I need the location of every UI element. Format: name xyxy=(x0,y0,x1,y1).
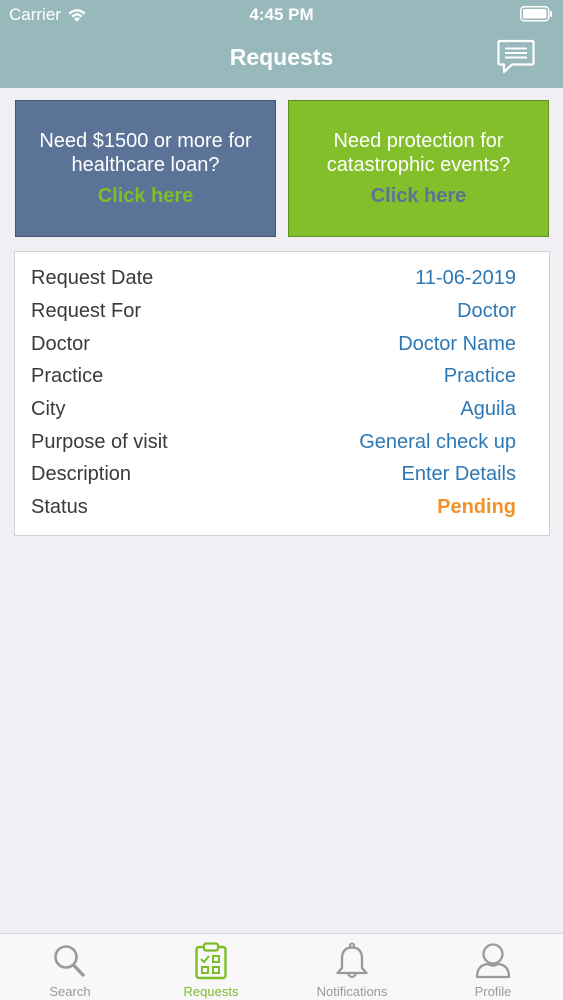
tab-notifications-label: Notifications xyxy=(316,984,388,999)
status-bar: Carrier 4:45 PM xyxy=(0,0,563,30)
tab-search-label: Search xyxy=(49,984,91,999)
healthcare-loan-link[interactable]: Click here xyxy=(16,184,275,208)
chat-button[interactable] xyxy=(497,39,535,75)
purpose-row: Purpose of visit General check up xyxy=(31,426,516,459)
catastrophic-protection-text: Need protection for catastrophic events? xyxy=(326,130,511,176)
battery-icon xyxy=(520,6,552,22)
practice-label: Practice xyxy=(31,365,104,387)
city-value[interactable]: Aguila xyxy=(460,398,516,421)
tab-requests-label: Requests xyxy=(183,984,239,999)
description-value[interactable]: Enter Details xyxy=(402,463,517,486)
catastrophic-protection-link[interactable]: Click here xyxy=(289,184,548,208)
tab-bar: Search Requests Notifications Profile xyxy=(0,933,563,1000)
doctor-row: Doctor Doctor Name xyxy=(31,328,516,361)
clock: 4:45 PM xyxy=(249,5,314,24)
status-label: Status xyxy=(31,496,88,518)
status-badge: Pending xyxy=(437,496,516,518)
tab-profile[interactable]: Profile xyxy=(423,934,563,1000)
status-row: Status Pending xyxy=(31,491,516,524)
purpose-label: Purpose of visit xyxy=(31,431,168,453)
tab-search[interactable]: Search xyxy=(0,934,140,1000)
healthcare-loan-banner[interactable]: Need $1500 or more for healthcare loan? … xyxy=(15,100,276,237)
tab-requests[interactable]: Requests xyxy=(141,934,281,1000)
city-label: City xyxy=(31,398,66,420)
tab-profile-label: Profile xyxy=(474,984,512,999)
bell-icon xyxy=(336,942,368,979)
catastrophic-protection-banner[interactable]: Need protection for catastrophic events?… xyxy=(288,100,549,237)
request-for-value[interactable]: Doctor xyxy=(457,300,516,323)
search-icon xyxy=(54,945,85,977)
doctor-label: Doctor xyxy=(31,333,90,355)
city-row: City Aguila xyxy=(31,393,516,426)
request-for-label: Request For xyxy=(31,300,142,322)
nav-bar: Carrier 4:45 PM Requests xyxy=(0,0,563,88)
practice-value[interactable]: Practice xyxy=(444,365,516,388)
description-row: Description Enter Details xyxy=(31,458,516,491)
practice-row: Practice Practice xyxy=(31,360,516,393)
chat-icon xyxy=(497,39,535,74)
request-for-row: Request For Doctor xyxy=(31,295,516,328)
purpose-value[interactable]: General check up xyxy=(359,431,516,454)
request-date-label: Request Date xyxy=(31,267,154,289)
clipboard-icon xyxy=(195,942,227,980)
request-details-card: Request Date 11-06-2019 Request For Doct… xyxy=(14,251,550,536)
description-label: Description xyxy=(31,463,132,485)
user-icon xyxy=(475,943,511,979)
doctor-value[interactable]: Doctor Name xyxy=(398,333,516,356)
request-date-row: Request Date 11-06-2019 xyxy=(31,262,516,295)
page-title: Requests xyxy=(229,44,334,70)
healthcare-loan-text: Need $1500 or more for healthcare loan? xyxy=(39,130,252,176)
request-date-value[interactable]: 11-06-2019 xyxy=(415,267,516,290)
tab-notifications[interactable]: Notifications xyxy=(282,934,422,1000)
